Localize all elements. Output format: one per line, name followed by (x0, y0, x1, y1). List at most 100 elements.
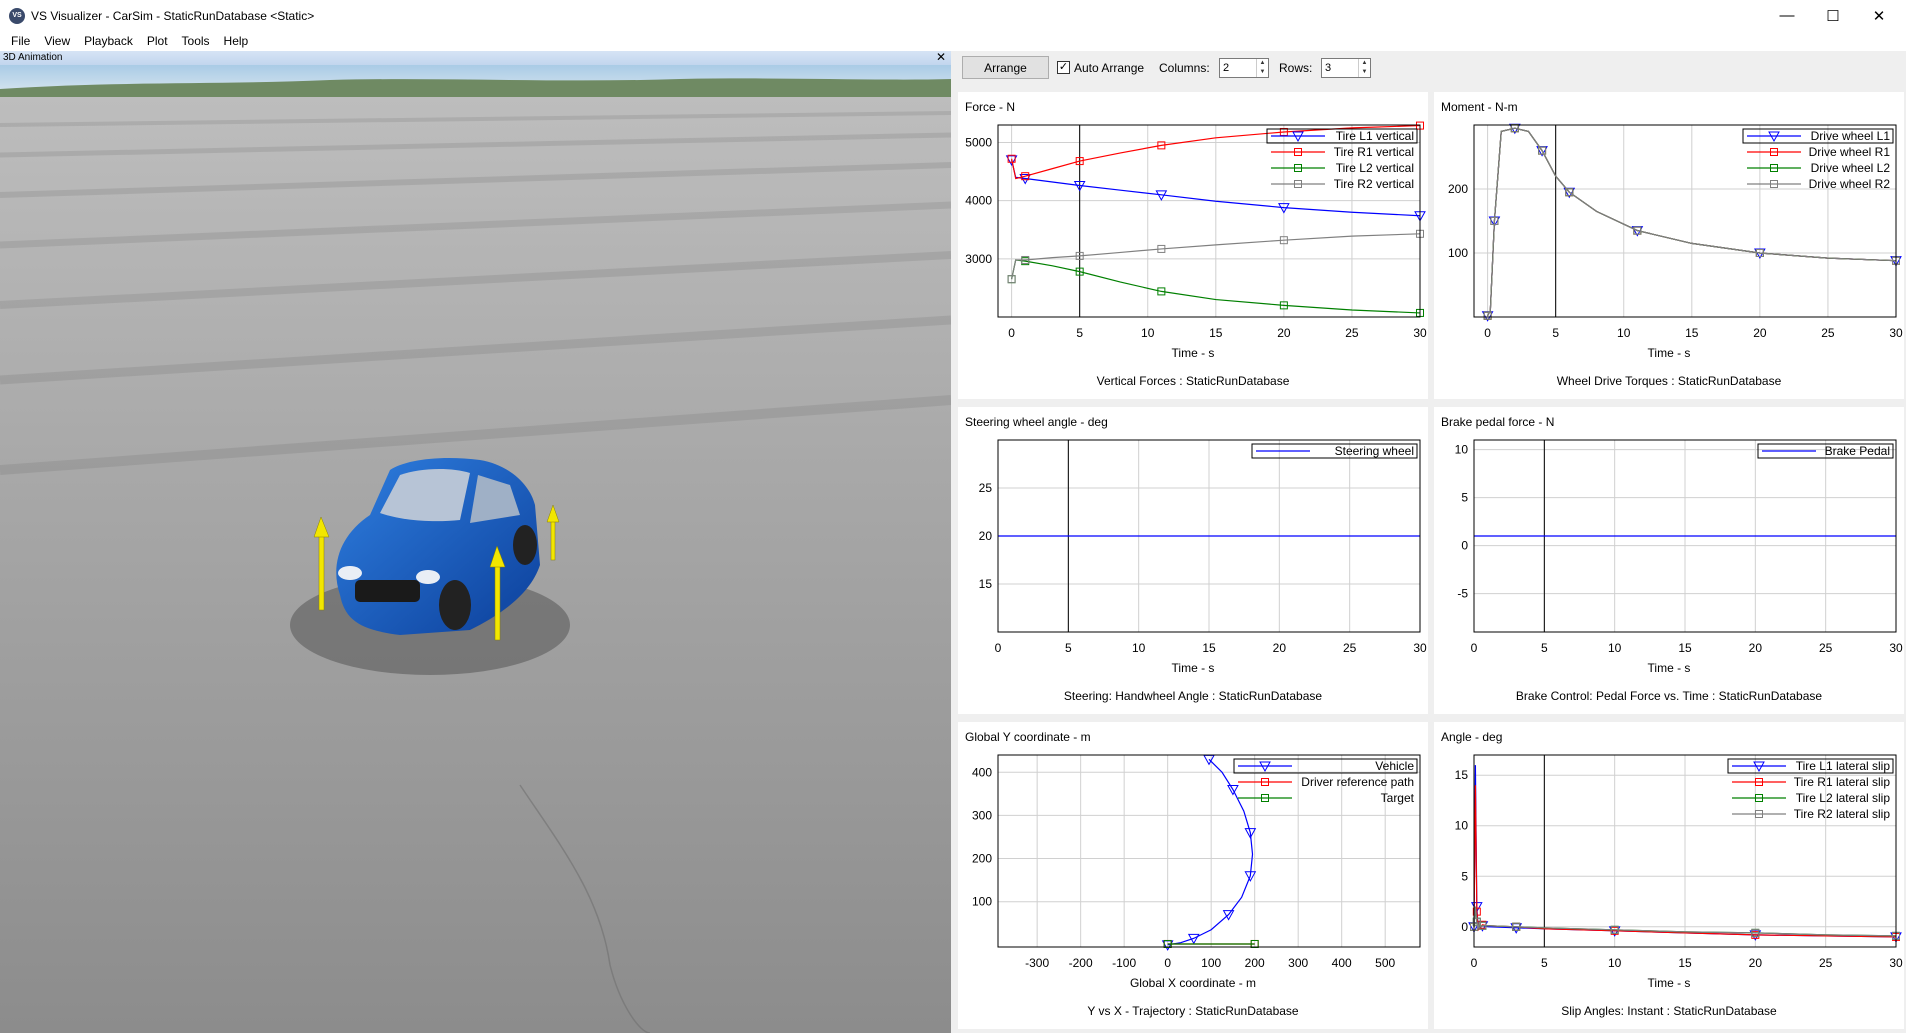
plot-panel[interactable]: Brake pedal force - N Time - s Brake Contr… (1434, 407, 1904, 714)
spinner-arrows-icon[interactable]: ▲ ▼ (1358, 59, 1370, 77)
plot-chart[interactable]: 0 5 10 15 20 25 30 -5 0 5 10 Brake Pedal (1434, 407, 1904, 714)
x-tick-label: 100 (1201, 956, 1221, 970)
x-tick-label: 0 (1484, 326, 1491, 340)
x-tick-label: 20 (1753, 326, 1767, 340)
menu-plot[interactable]: Plot (140, 34, 175, 48)
x-tick-label: 300 (1288, 956, 1308, 970)
plot-chart[interactable]: 0 5 10 15 20 25 30 0 5 10 15 Tire L1 lateral slip Ti… (1434, 722, 1904, 1029)
y-tick-label: 200 (1448, 182, 1468, 196)
plot-panel[interactable]: Global Y coordinate - m Global X coordina… (958, 722, 1428, 1029)
y-tick-label: 25 (979, 481, 993, 495)
y-tick-label: 20 (979, 529, 993, 543)
x-tick-label: 15 (1678, 956, 1692, 970)
y-tick-label: 100 (1448, 246, 1468, 260)
menu-view[interactable]: View (37, 34, 77, 48)
plot-chart[interactable]: -300 -200 -100 0 100 200 300 400 500 100 200 300 400… (958, 722, 1428, 1029)
x-tick-label: 500 (1375, 956, 1395, 970)
animation-viewport[interactable] (0, 65, 951, 1033)
legend-label: Target (1381, 791, 1415, 805)
spinner-arrows-icon[interactable]: ▲ ▼ (1256, 59, 1268, 77)
x-tick-label: 10 (1608, 641, 1622, 655)
legend-label: Brake Pedal (1825, 444, 1890, 458)
y-tick-label: 100 (972, 895, 992, 909)
plot-panel[interactable]: Moment - N-m Time - s Wheel Drive Torques … (1434, 92, 1904, 399)
x-tick-label: 20 (1749, 641, 1763, 655)
x-tick-label: 10 (1617, 326, 1631, 340)
vehicle-headlight-right (416, 570, 440, 584)
x-tick-label: 25 (1819, 641, 1833, 655)
x-tick-label: 0 (1008, 326, 1015, 340)
x-tick-label: 0 (995, 641, 1002, 655)
arrange-button[interactable]: Arrange (962, 56, 1049, 79)
menu-file[interactable]: File (4, 34, 37, 48)
menu-tools[interactable]: Tools (175, 34, 217, 48)
animation-pane: 3D Animation ✕ (0, 51, 951, 1033)
plot-chart[interactable]: 0 5 10 15 20 25 30 15 20 25 Steering wheel (958, 407, 1428, 714)
legend-label: Tire L2 lateral slip (1796, 791, 1891, 805)
x-tick-label: 0 (1164, 956, 1171, 970)
x-tick-label: 5 (1065, 641, 1072, 655)
legend-label: Drive wheel R2 (1809, 177, 1891, 191)
animation-header-label: 3D Animation (3, 52, 63, 63)
y-tick-label: 300 (972, 808, 992, 822)
y-tick-label: 5 (1461, 869, 1468, 883)
rows-spinner[interactable]: 3 ▲ ▼ (1321, 58, 1371, 78)
plot-panel[interactable]: Steering wheel angle - deg Time - s Steeri… (958, 407, 1428, 714)
x-tick-label: 25 (1343, 641, 1357, 655)
y-tick-label: 5000 (965, 135, 992, 149)
auto-arrange-checkbox[interactable]: ✓ (1057, 61, 1070, 74)
menu-help[interactable]: Help (217, 34, 256, 48)
plot-chart[interactable]: 0 5 10 15 20 25 30 3000 4000 5000 Tire L1 vertical… (958, 92, 1428, 399)
x-tick-label: 25 (1345, 326, 1359, 340)
plot-chart[interactable]: 0 5 10 15 20 25 30 100 200 Drive wheel L1 Drive wh… (1434, 92, 1904, 399)
plot-area: Arrange ✓ Auto Arrange Columns: 2 ▲ ▼ Row… (951, 51, 1906, 1033)
vehicle-grille (355, 580, 420, 602)
minimize-button[interactable]: — (1764, 0, 1810, 31)
maximize-button[interactable]: ☐ (1810, 0, 1856, 31)
legend-label: Tire L2 vertical (1336, 161, 1414, 175)
x-tick-label: 15 (1678, 641, 1692, 655)
x-tick-label: 25 (1819, 956, 1833, 970)
app-icon: VS (9, 7, 25, 24)
legend-label: Driver reference path (1301, 775, 1414, 789)
x-tick-label: 30 (1413, 326, 1427, 340)
columns-label: Columns: (1159, 61, 1210, 75)
legend-label: Tire L1 lateral slip (1796, 759, 1891, 773)
close-button[interactable]: ✕ (1856, 0, 1902, 31)
y-tick-label: 3000 (965, 252, 992, 266)
animation-close-button[interactable]: ✕ (936, 51, 946, 64)
legend-label: Drive wheel R1 (1809, 145, 1891, 159)
x-tick-label: 5 (1541, 956, 1548, 970)
vehicle-headlight-left (338, 566, 362, 580)
plot-panel[interactable]: Force - N Time - s Vertical Forces : Stati… (958, 92, 1428, 399)
rows-value: 3 (1325, 62, 1332, 74)
title-bar: VS VS Visualizer - CarSim - StaticRunDat… (0, 0, 1906, 31)
vehicle-wheel-front (439, 580, 471, 630)
auto-arrange-label: Auto Arrange (1074, 61, 1145, 75)
columns-value: 2 (1223, 62, 1230, 74)
x-tick-label: 0 (1471, 641, 1478, 655)
x-tick-label: 5 (1076, 326, 1083, 340)
y-tick-label: 15 (979, 577, 993, 591)
columns-spinner[interactable]: 2 ▲ ▼ (1219, 58, 1269, 78)
menu-playback[interactable]: Playback (77, 34, 140, 48)
x-tick-label: 20 (1273, 641, 1287, 655)
plot-panel[interactable]: Angle - deg Time - s Slip Angles: Instant … (1434, 722, 1904, 1029)
vehicle-wheel-rear (513, 525, 537, 565)
x-tick-label: 10 (1132, 641, 1146, 655)
legend-label: Drive wheel L1 (1811, 129, 1891, 143)
animation-header: 3D Animation ✕ (0, 51, 951, 65)
legend-label: Steering wheel (1335, 444, 1414, 458)
x-tick-label: 15 (1685, 326, 1699, 340)
x-tick-label: 0 (1471, 956, 1478, 970)
y-tick-label: 4000 (965, 194, 992, 208)
window-title: VS Visualizer - CarSim - StaticRunDataba… (31, 8, 315, 23)
x-tick-label: 30 (1413, 641, 1427, 655)
x-tick-label: 200 (1245, 956, 1265, 970)
x-tick-label: 10 (1141, 326, 1155, 340)
y-tick-label: 5 (1461, 491, 1468, 505)
y-tick-label: 15 (1455, 768, 1469, 782)
legend-label: Tire R2 lateral slip (1794, 807, 1891, 821)
x-tick-label: -100 (1112, 956, 1136, 970)
y-tick-label: 200 (972, 852, 992, 866)
